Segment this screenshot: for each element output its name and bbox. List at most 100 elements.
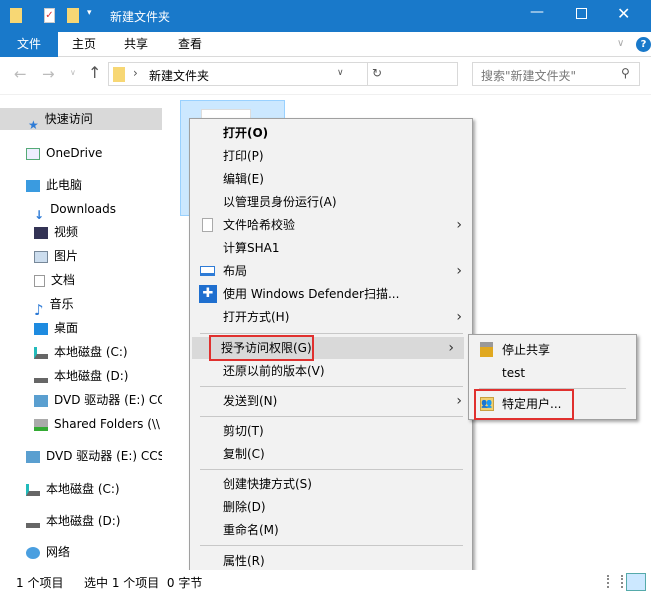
nav-network[interactable]: 网络 [0, 541, 162, 563]
menu-separator [200, 333, 463, 334]
file-icon [202, 218, 213, 232]
submenu-stop-sharing[interactable]: 停止共享 [469, 339, 636, 361]
nav-label: 图片 [54, 249, 79, 263]
drive-icon [34, 371, 48, 383]
video-icon [34, 226, 48, 239]
navigation-pane: ★ 快速访问 OneDrive 此电脑 ↓ Downloads 视频 图片 文档 ♪… [0, 96, 162, 570]
address-bar[interactable]: › 新建文件夹 ∨ [108, 62, 368, 86]
menu-create-shortcut[interactable]: 创建快捷方式(S) [190, 473, 472, 495]
details-view-button[interactable] [607, 575, 623, 588]
nav-desktop[interactable]: 桌面 [0, 317, 162, 339]
nav-label: 视频 [54, 225, 79, 239]
highlight-box [209, 335, 314, 361]
minimize-button[interactable]: — [530, 4, 544, 20]
refresh-button[interactable]: ↻ [372, 66, 382, 80]
nav-drive-d[interactable]: 本地磁盘 (D:) [0, 365, 162, 387]
chevron-right-icon: › [456, 217, 462, 233]
nav-label: DVD 驱动器 (E:) CC [54, 393, 162, 407]
menu-properties[interactable]: 属性(R) [190, 550, 472, 572]
nav-onedrive[interactable]: OneDrive [0, 142, 162, 164]
drive-icon [34, 346, 48, 359]
chevron-right-icon: › [448, 340, 454, 356]
nav-label: Downloads [50, 202, 116, 216]
up-button[interactable]: ↑ [88, 63, 101, 82]
ribbon-expand-icon[interactable]: ∨ [617, 38, 624, 49]
back-button[interactable]: ← [14, 65, 27, 83]
pictures-icon [34, 250, 48, 263]
nav-label: 本地磁盘 (D:) [46, 514, 121, 528]
menu-run-as-admin[interactable]: 以管理员身份运行(A) [190, 191, 472, 213]
recent-dropdown[interactable]: ∨ [70, 68, 76, 77]
nav-drive-c[interactable]: 本地磁盘 (C:) [0, 341, 162, 363]
nav-label: 本地磁盘 (D:) [54, 369, 129, 383]
menu-open-with[interactable]: 打开方式(H) › [190, 306, 472, 328]
network-drive-icon [34, 418, 48, 431]
tab-home[interactable]: 主页 [60, 32, 108, 57]
nav-downloads[interactable]: ↓ Downloads [0, 198, 162, 220]
menu-copy[interactable]: 复制(C) [190, 443, 472, 465]
highlight-box [474, 389, 574, 420]
new-folder-icon[interactable] [67, 8, 79, 23]
large-icons-view-button[interactable] [626, 573, 646, 591]
item-count: 1 个项目 [16, 576, 64, 590]
drive-icon [26, 516, 40, 528]
menu-file-hash[interactable]: 文件哈希校验 › [190, 214, 472, 236]
menu-restore-versions[interactable]: 还原以前的版本(V) [190, 360, 472, 382]
nav-shared-folders[interactable]: Shared Folders (\\ [0, 413, 162, 435]
nav-drive-d-root[interactable]: 本地磁盘 (D:) [0, 510, 162, 532]
refresh-area: ↻ [368, 62, 458, 86]
menu-separator [200, 386, 463, 387]
drive-icon [26, 483, 40, 496]
menu-rename[interactable]: 重命名(M) [190, 519, 472, 541]
menu-open[interactable]: 打开(O) [190, 122, 472, 144]
menu-label: 停止共享 [502, 343, 551, 357]
menu-layout[interactable]: 布局 › [190, 260, 472, 282]
menu-label: 打开方式(H) [223, 310, 290, 324]
menu-label: 发送到(N) [223, 394, 278, 408]
menu-defender-scan[interactable]: ✚ 使用 Windows Defender扫描... [190, 283, 472, 305]
maximize-button[interactable] [576, 8, 587, 19]
menu-delete[interactable]: 删除(D) [190, 496, 472, 518]
quick-access-dropdown-icon[interactable]: ▾ [87, 8, 92, 18]
nav-label: 此电脑 [46, 178, 83, 192]
folder-icon [10, 8, 22, 23]
menu-print[interactable]: 打印(P) [190, 145, 472, 167]
menu-label: 使用 Windows Defender扫描... [223, 287, 400, 301]
properties-icon[interactable]: ✓ [44, 8, 55, 23]
window-title: 新建文件夹 [110, 10, 171, 24]
nav-label: 快速访问 [44, 112, 93, 126]
nav-label: 桌面 [54, 321, 79, 335]
help-icon[interactable]: ? [636, 37, 651, 52]
menu-send-to[interactable]: 发送到(N) › [190, 390, 472, 412]
forward-button[interactable]: → [42, 65, 55, 83]
nav-label: 音乐 [49, 297, 74, 311]
nav-drive-c-root[interactable]: 本地磁盘 (C:) [0, 478, 162, 500]
nav-documents[interactable]: 文档 [0, 269, 162, 291]
dvd-icon [26, 450, 40, 463]
close-button[interactable]: ✕ [617, 4, 630, 23]
nav-label: 本地磁盘 (C:) [54, 345, 128, 359]
breadcrumb[interactable]: 新建文件夹 [149, 67, 209, 84]
menu-sha1[interactable]: 计算SHA1 [190, 237, 472, 259]
selection-info: 选中 1 个项目 0 字节 [84, 576, 203, 590]
search-input[interactable]: 搜索"新建文件夹" ⚲ [472, 62, 640, 86]
submenu-test-user[interactable]: test [469, 362, 636, 384]
nav-label: 网络 [46, 545, 71, 559]
search-placeholder: 搜索"新建文件夹" [481, 69, 577, 83]
nav-pictures[interactable]: 图片 [0, 245, 162, 267]
star-icon: ★ [28, 117, 39, 131]
nav-quick-access[interactable]: ★ 快速访问 [0, 108, 162, 130]
nav-dvd-drive-root[interactable]: DVD 驱动器 (E:) CCS [0, 445, 162, 467]
tab-share[interactable]: 共享 [112, 32, 160, 57]
nav-music[interactable]: ♪ 音乐 [0, 293, 162, 315]
chevron-right-icon: › [456, 393, 462, 409]
menu-edit[interactable]: 编辑(E) [190, 168, 472, 190]
tab-file[interactable]: 文件 [0, 32, 58, 57]
tab-view[interactable]: 查看 [166, 32, 214, 57]
nav-videos[interactable]: 视频 [0, 221, 162, 243]
nav-this-pc[interactable]: 此电脑 [0, 174, 162, 196]
chevron-right-icon: › [456, 309, 462, 325]
address-dropdown[interactable]: ∨ [337, 68, 344, 78]
nav-dvd-drive[interactable]: DVD 驱动器 (E:) CC [0, 389, 162, 411]
menu-cut[interactable]: 剪切(T) [190, 420, 472, 442]
